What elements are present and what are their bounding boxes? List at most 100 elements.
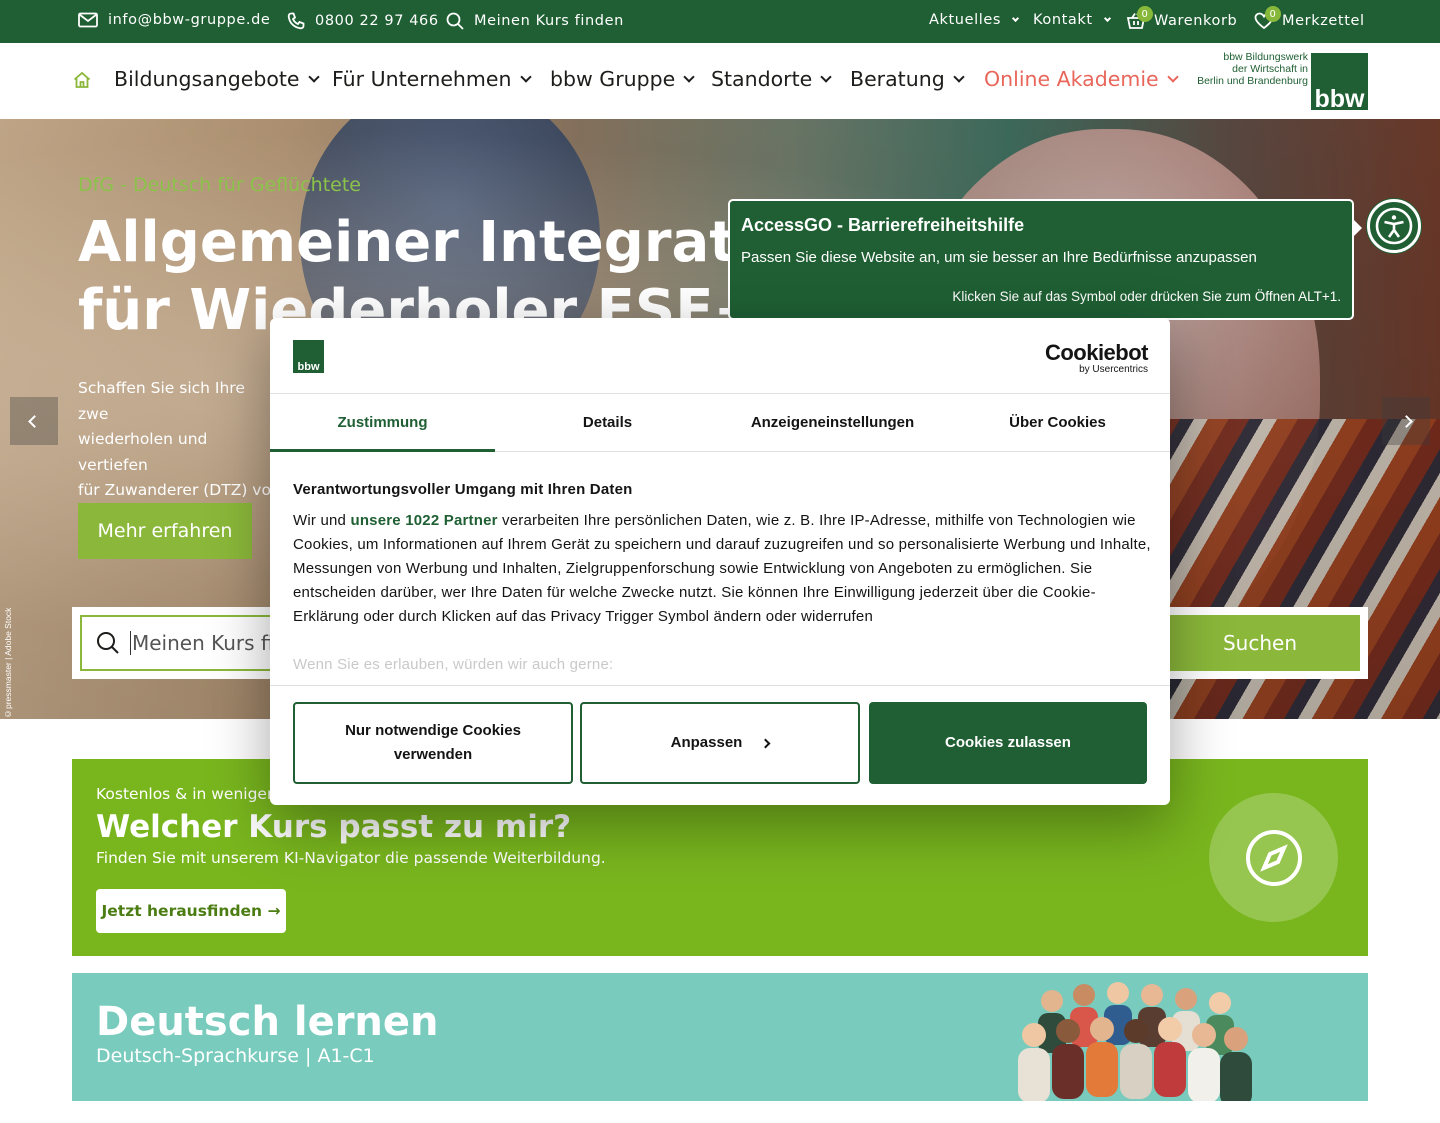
logo-text: bbw Bildungswerk der Wirtschaft in Berli…	[1190, 51, 1308, 87]
cart-label: Warenkorb	[1154, 13, 1238, 29]
cookie-faded-text: Wenn Sie es erlauben, würden wir auch ge…	[293, 656, 614, 673]
tab-ad-settings[interactable]: Anzeigeneinstellungen	[720, 394, 945, 451]
chevron-down-icon	[1103, 14, 1111, 22]
nav-label: Bildungsangebote	[114, 67, 300, 91]
course-finder-title: Welcher Kurs passt zu mir?	[96, 809, 572, 845]
logo-mark: bbw	[1311, 53, 1368, 112]
cookie-text-prefix: Wir und	[293, 512, 351, 529]
chevron-down-icon	[1012, 14, 1020, 22]
accessgo-text: Passen Sie diese Website an, um sie bess…	[741, 249, 1257, 266]
course-finder-text: Finden Sie mit unserem KI-Navigator die …	[96, 849, 606, 867]
nav-label: Online Akademie	[984, 67, 1159, 91]
accessgo-tooltip: AccessGO - Barrierefreiheitshilfe Passen…	[728, 199, 1362, 320]
necessary-cookies-button[interactable]: Nur notwendige Cookies verwenden	[293, 702, 573, 784]
nav-label: Beratung	[850, 67, 945, 91]
heart-icon: 0	[1254, 6, 1281, 30]
chevron-down-icon	[1166, 71, 1179, 83]
chevron-right-icon	[1399, 414, 1413, 428]
contact-label: Kontakt	[1033, 12, 1093, 28]
hero-text-line: wiederholen und vertiefen	[78, 430, 208, 474]
news-menu[interactable]: Aktuelles	[929, 12, 1020, 28]
cookie-body: Verantwortungsvoller Umgang mit Ihren Da…	[293, 478, 1153, 677]
nav-item-locations[interactable]: Standorte	[711, 67, 832, 91]
customize-button[interactable]: Anpassen	[580, 702, 860, 784]
watchlist-label: Merkzettel	[1282, 13, 1365, 29]
german-subtitle: Deutsch-Sprachkurse | A1-C1	[96, 1045, 375, 1067]
basket-icon: 0	[1126, 6, 1153, 30]
search-icon	[97, 632, 119, 654]
chevron-right-icon	[760, 738, 771, 748]
bbw-logo[interactable]: bbw Bildungswerk der Wirtschaft in Berli…	[1190, 51, 1370, 112]
cart-link[interactable]: 0 Warenkorb	[1126, 6, 1238, 30]
tooltip-arrow	[1353, 219, 1362, 237]
chevron-down-icon	[953, 71, 965, 83]
button-label: Anpassen	[670, 734, 743, 751]
accessgo-hint: Klicken Sie auf das Symbol oder drücken …	[952, 289, 1341, 304]
cookie-heading: Verantwortungsvoller Umgang mit Ihren Da…	[293, 481, 633, 498]
cookiebot-brand: Cookiebot	[1044, 340, 1149, 365]
tab-consent[interactable]: Zustimmung	[270, 394, 495, 452]
search-placeholder: Meinen Kurs fin	[130, 631, 287, 655]
slider-next-button[interactable]	[1382, 397, 1430, 445]
accessibility-icon	[1375, 207, 1413, 245]
watchlist-count-badge: 0	[1265, 6, 1281, 22]
tab-details[interactable]: Details	[495, 394, 720, 451]
compass-badge	[1209, 793, 1338, 922]
logo-line: der Wirtschaft in	[1232, 63, 1308, 75]
image-credit: ©pressmaster | Adobe Stock	[3, 607, 13, 719]
chevron-down-icon	[683, 71, 695, 83]
find-course-link[interactable]: Meinen Kurs finden	[446, 12, 624, 30]
contact-menu[interactable]: Kontakt	[1033, 12, 1111, 28]
nav-item-group[interactable]: bbw Gruppe	[550, 67, 695, 91]
nav-item-consulting[interactable]: Beratung	[850, 67, 965, 91]
nav-label: Standorte	[711, 67, 813, 91]
top-bar: info@bbw-gruppe.de 0800 22 97 466 Meinen…	[0, 0, 1440, 43]
chevron-down-icon	[820, 71, 832, 83]
watchlist-link[interactable]: 0 Merkzettel	[1254, 6, 1365, 30]
course-finder-kicker: Kostenlos & in wenigen	[96, 785, 277, 803]
chevron-down-icon	[307, 71, 320, 83]
cookie-header: bbw Cookiebot by Usercentrics	[270, 318, 1170, 394]
cookie-consent-dialog: bbw Cookiebot by Usercentrics Zustimmung…	[270, 318, 1170, 805]
german-title: Deutsch lernen	[96, 999, 439, 1045]
nav-label: bbw Gruppe	[550, 67, 676, 91]
logo-line: Berlin und Brandenburg	[1197, 75, 1308, 87]
find-course-text: Meinen Kurs finden	[474, 13, 624, 29]
phone-icon	[287, 12, 305, 30]
main-nav: Bildungsangebote Für Unternehmen bbw Gru…	[0, 43, 1440, 119]
cookiebot-logo[interactable]: Cookiebot by Usercentrics	[1044, 340, 1149, 375]
crowd-illustration	[1018, 982, 1252, 1101]
nav-item-companies[interactable]: Für Unternehmen	[332, 67, 532, 91]
hero-text: Schaffen Sie sich Ihre zwe wiederholen u…	[78, 376, 278, 504]
chevron-down-icon	[519, 71, 532, 83]
button-label: Nur notwendige Cookies verwenden	[345, 722, 521, 763]
nav-item-online-academy[interactable]: Online Akademie	[984, 67, 1179, 91]
accessgo-title: AccessGO - Barrierefreiheitshilfe	[741, 215, 1025, 235]
email-link[interactable]: info@bbw-gruppe.de	[78, 12, 270, 28]
german-courses-banner[interactable]: Deutsch lernen Deutsch-Sprachkurse | A1-…	[72, 973, 1368, 1101]
allow-cookies-button[interactable]: Cookies zulassen	[869, 702, 1147, 784]
more-info-button[interactable]: Mehr erfahren	[78, 503, 252, 559]
phone-link[interactable]: 0800 22 97 466	[287, 12, 439, 30]
chevron-left-icon	[27, 414, 41, 428]
accessibility-button[interactable]	[1367, 199, 1421, 253]
email-text: info@bbw-gruppe.de	[108, 12, 271, 28]
hero-text-line: für Zuwanderer (DTZ) vor	[78, 481, 278, 499]
nav-item-education[interactable]: Bildungsangebote	[114, 67, 320, 91]
tab-about-cookies[interactable]: Über Cookies	[945, 394, 1170, 451]
compass-icon	[1245, 829, 1302, 886]
find-out-button[interactable]: Jetzt herausfinden →	[96, 889, 286, 933]
partners-link[interactable]: unsere 1022 Partner	[350, 512, 497, 529]
search-icon	[446, 12, 464, 30]
news-label: Aktuelles	[929, 12, 1002, 28]
search-button[interactable]: Suchen	[1160, 615, 1360, 671]
slider-prev-button[interactable]	[10, 397, 58, 445]
cart-count-badge: 0	[1137, 6, 1153, 22]
hero-kicker: DfG - Deutsch für Geflüchtete	[78, 174, 361, 196]
phone-text: 0800 22 97 466	[315, 13, 439, 29]
bbw-logo: bbw	[293, 340, 324, 373]
cookie-actions: Nur notwendige Cookies verwenden Anpasse…	[270, 685, 1170, 805]
home-icon[interactable]	[73, 71, 91, 89]
logo-line: bbw Bildungswerk	[1223, 51, 1308, 63]
nav-label: Für Unternehmen	[332, 67, 512, 91]
